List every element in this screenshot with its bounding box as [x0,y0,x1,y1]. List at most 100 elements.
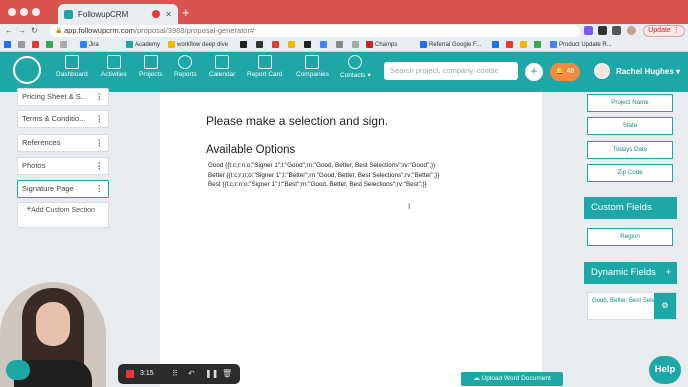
field-zip-code[interactable]: Zip Code [587,164,673,182]
dashboard-icon [64,55,79,69]
forward-icon[interactable]: → [18,26,26,35]
text-cursor-icon: I [408,202,411,211]
dynamic-field-item[interactable]: Good, Better, Best Selections ⚙ [587,292,677,320]
reports-icon [178,55,193,69]
section-photos[interactable]: Photos ⋮ [17,157,109,175]
update-button[interactable]: Update ⋮ [643,25,685,37]
more-icon[interactable]: ⋮ [96,158,104,174]
option-better: Better {{t:c;r:n;o:"Signer 1";l:"Better"… [208,172,440,179]
nav-dashboard[interactable]: Dashboard [56,55,88,78]
favicon-icon [64,9,73,19]
url-host: app.followupcrm.com [64,26,135,35]
recording-time: 3:15 [140,370,154,377]
upload-word-document-button[interactable]: ☁ Upload Word Document [461,372,563,386]
field-project-name[interactable]: Project Name [587,94,673,112]
field-todays-date[interactable]: Todays Date [587,141,673,159]
browser-tab-bar: FollowupCRM ✕ + [0,0,688,24]
proposal-document[interactable]: Please make a selection and sign. Availa… [160,92,542,387]
bookmark-product-update[interactable]: Product Update R... [550,41,612,48]
contacts-icon [348,55,363,69]
section-signature-page[interactable]: Signature Page ⋮ [17,180,109,198]
bookmark-icon-1[interactable] [4,41,13,48]
plus-icon: + [26,204,32,215]
maximize-window-dot[interactable] [32,8,40,16]
bookmark-icon-6[interactable] [240,41,249,48]
document-heading: Please make a selection and sign. [206,114,389,128]
gear-icon[interactable]: ⚙ [654,293,676,319]
profile-icon[interactable] [627,26,636,35]
section-pricing-sheet[interactable]: Pricing Sheet & S... ⋮ [17,88,109,106]
stop-recording-button[interactable] [126,370,134,378]
undo-icon[interactable]: ↶ [188,369,195,378]
add-custom-section-button[interactable]: + Add Custom Section [17,202,109,228]
trash-icon[interactable]: 🗑 [222,369,232,378]
nav-companies[interactable]: Companies [296,55,329,78]
bookmark-icon-11[interactable] [320,41,329,48]
bookmark-icon-4[interactable] [46,41,55,48]
bookmark-icon-15[interactable] [506,41,515,48]
quick-add-button[interactable]: + [525,63,543,81]
nav-projects[interactable]: Projects [139,55,162,78]
new-tab-button[interactable]: + [182,5,190,20]
pause-icon[interactable]: ❚❚ [205,369,218,378]
puzzle-icon[interactable] [598,26,607,35]
dynamic-fields-heading: Dynamic Fields + [584,262,677,284]
add-dynamic-field-icon[interactable]: + [665,262,671,284]
minimize-window-dot[interactable] [20,8,28,16]
app-header: Dashboard Activities Projects Reports Ca… [0,52,688,92]
nav-calendar[interactable]: Calendar [209,55,235,78]
url-bar[interactable]: 🔒 app.followupcrm.com/proposal/3988/prop… [50,25,580,37]
browser-tab[interactable]: FollowupCRM ✕ [58,4,178,24]
bookmark-icon-3[interactable] [32,41,41,48]
field-state[interactable]: State [587,117,673,135]
bookmark-champs[interactable]: Champs [366,41,397,48]
notification-badge[interactable]: 🔔 48 [550,63,580,81]
more-icon[interactable]: ⋮ [96,135,104,151]
section-references[interactable]: References ⋮ [17,134,109,152]
section-terms[interactable]: Terms & Conditio... ⋮ [17,110,109,128]
search-input[interactable]: Search project, company, contac [384,62,518,80]
extension-icon[interactable] [584,26,593,35]
more-icon[interactable]: ⋮ [96,89,104,105]
bookmark-icon-14[interactable] [492,41,501,48]
bookmark-icon-16[interactable] [520,41,529,48]
nav-report-card[interactable]: Report Card [247,55,282,78]
tab-title: FollowupCRM [78,9,129,19]
url-path: /proposal/3988/proposal-generator# [134,26,255,35]
bookmark-icon-13[interactable] [352,41,361,48]
help-button[interactable]: Help [649,356,681,384]
bookmark-icon-12[interactable] [336,41,345,48]
projects-icon [143,55,158,69]
close-tab-icon[interactable]: ✕ [165,10,172,19]
back-icon[interactable]: ← [5,26,13,35]
bookmark-icon-2[interactable] [18,41,27,48]
nav-activities[interactable]: Activities [101,55,127,78]
followupcrm-logo[interactable] [13,56,41,84]
nav-contacts[interactable]: Contacts ▾ [340,55,371,79]
avatar[interactable] [594,63,610,79]
bookmark-referral[interactable]: Referral Google F... [420,41,481,48]
bookmark-icon-17[interactable] [534,41,543,48]
activities-icon [106,55,121,69]
bookmark-jira[interactable]: Jira [80,41,99,48]
reload-icon[interactable]: ↻ [31,26,38,35]
sidebar-icon[interactable] [612,26,621,35]
bookmark-academy[interactable]: Academy [126,41,160,48]
bookmark-icon-7[interactable] [256,41,265,48]
chat-icon[interactable] [6,360,30,380]
bookmarks-bar: Jira Academy workflow deep dive Champs R… [0,38,688,52]
bookmark-icon-9[interactable] [288,41,297,48]
close-window-dot[interactable] [8,8,16,16]
bookmark-workflow[interactable]: workflow deep dive [168,41,228,48]
option-good: Good {{t:c;r:n;o:"Signer 1";l:"Good";rn:… [208,162,436,169]
more-icon[interactable]: ⋮ [96,181,104,197]
bookmark-icon-10[interactable] [304,41,313,48]
bookmark-icon-5[interactable] [60,41,69,48]
field-region[interactable]: Region [587,228,673,246]
more-icon[interactable]: ⋮ [96,111,104,127]
bookmark-icon-8[interactable] [272,41,281,48]
calendar-icon [215,55,230,69]
user-menu[interactable]: Rachel Hughes ▾ [616,67,680,76]
nav-reports[interactable]: Reports [174,55,197,78]
grid-icon[interactable]: ⠿ [172,369,178,378]
